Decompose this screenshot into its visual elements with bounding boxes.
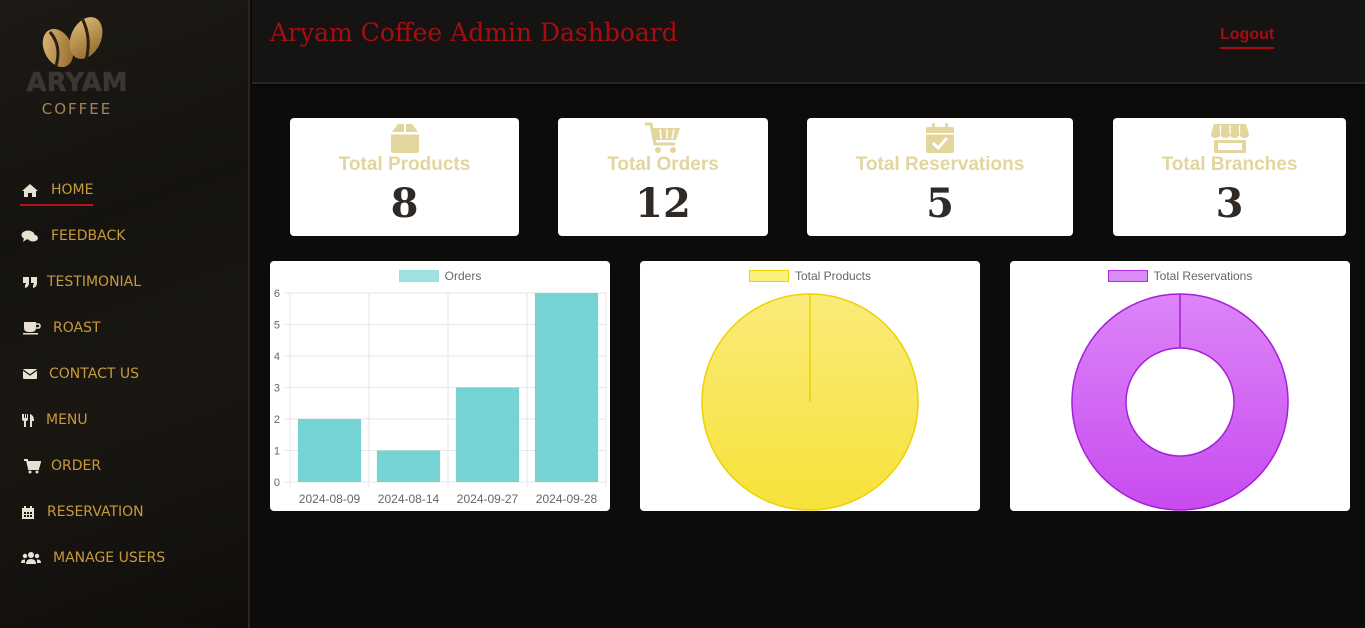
y-tick-label: 4 bbox=[274, 351, 280, 363]
legend-label: Orders bbox=[444, 269, 482, 283]
card-label: Total Reservations bbox=[855, 154, 1025, 175]
sidebar-item-menu[interactable]: MENU bbox=[20, 406, 88, 434]
legend-label: Total Reservations bbox=[1153, 269, 1253, 283]
comments-icon bbox=[20, 228, 40, 244]
sidebar-item-roast[interactable]: ROAST bbox=[20, 314, 101, 342]
quote-icon bbox=[20, 274, 40, 290]
sidebar-item-label: ORDER bbox=[51, 458, 102, 474]
bar[interactable] bbox=[534, 293, 599, 482]
page-title: Aryam Coffee Admin Dashboard bbox=[270, 18, 678, 47]
legend-swatch bbox=[1107, 270, 1148, 282]
reservations-doughnut-chart bbox=[1071, 293, 1289, 511]
y-tick-label: 3 bbox=[274, 383, 280, 395]
coffee-cup-icon bbox=[20, 320, 44, 336]
utensils-icon bbox=[20, 412, 36, 428]
users-icon bbox=[20, 550, 42, 566]
sidebar-item-order[interactable]: ORDER bbox=[20, 452, 101, 480]
chart-legend[interactable]: Orders bbox=[270, 269, 610, 283]
home-icon bbox=[20, 182, 40, 198]
cart-icon bbox=[20, 458, 44, 474]
y-tick-label: 6 bbox=[274, 288, 280, 300]
calendar-icon bbox=[20, 504, 36, 520]
y-tick-label: 2 bbox=[274, 414, 280, 426]
chart-legend[interactable]: Total Reservations bbox=[1010, 269, 1350, 283]
stat-card-orders: Total Orders 12 bbox=[558, 118, 768, 236]
orders-bar-chart: 0 1 2 3 4 5 6 2024-08-09 2024-08-14 2024-09-27 202… bbox=[274, 288, 607, 506]
chart-legend[interactable]: Total Products bbox=[640, 269, 980, 283]
legend-swatch bbox=[398, 270, 439, 282]
sidebar-item-home[interactable]: HOME bbox=[20, 176, 94, 206]
brand-logo[interactable]: ARYAM COFFEE bbox=[20, 10, 140, 120]
sidebar-item-label: FEEDBACK bbox=[51, 228, 126, 244]
y-tick-label: 5 bbox=[274, 320, 280, 332]
products-chart-panel: Total Products bbox=[640, 261, 980, 511]
card-value: 3 bbox=[1215, 180, 1244, 227]
stat-card-reservations: Total Reservations 5 bbox=[807, 118, 1073, 236]
envelope-icon bbox=[20, 366, 40, 382]
sidebar-item-contact[interactable]: CONTACT US bbox=[20, 360, 139, 388]
card-value: 12 bbox=[635, 180, 691, 227]
card-value: 5 bbox=[926, 180, 954, 227]
card-value: 8 bbox=[390, 180, 419, 227]
sidebar-item-label: TESTIMONIAL bbox=[47, 274, 142, 290]
sidebar-item-label: ROAST bbox=[53, 320, 101, 336]
logout-link[interactable]: Logout bbox=[1220, 26, 1275, 49]
x-tick-label: 2024-08-09 bbox=[299, 492, 361, 506]
x-tick-label: 2024-08-14 bbox=[378, 492, 440, 506]
card-label: Total Products bbox=[338, 154, 471, 175]
orders-chart-panel: Orders 0 1 2 3 4 5 6 2024-08-09 2024-08-14 2024-0… bbox=[270, 261, 610, 511]
sidebar: ARYAM COFFEE HOME FEEDBACK TESTIMONIAL R… bbox=[0, 0, 250, 628]
brand-tagline: COFFEE bbox=[41, 100, 113, 118]
bar[interactable] bbox=[376, 450, 441, 483]
store-icon bbox=[1210, 124, 1249, 153]
stat-card-branches: Total Branches 3 bbox=[1113, 118, 1346, 236]
y-tick-label: 0 bbox=[274, 477, 280, 489]
sidebar-item-label: RESERVATION bbox=[47, 504, 144, 520]
bar[interactable] bbox=[455, 387, 520, 483]
bar[interactable] bbox=[297, 419, 362, 482]
sidebar-item-label: CONTACT US bbox=[49, 366, 139, 382]
sidebar-item-testimonial[interactable]: TESTIMONIAL bbox=[20, 268, 141, 296]
brand-name: ARYAM bbox=[26, 68, 128, 98]
cart-icon bbox=[645, 122, 680, 153]
sidebar-item-label: HOME bbox=[51, 182, 94, 198]
card-label: Total Branches bbox=[1161, 154, 1298, 175]
x-tick-label: 2024-09-28 bbox=[536, 492, 598, 506]
calendar-check-icon bbox=[926, 123, 954, 153]
x-tick-label: 2024-09-27 bbox=[457, 492, 519, 506]
top-header: Aryam Coffee Admin Dashboard Logout bbox=[252, 0, 1365, 84]
sidebar-item-label: MENU bbox=[46, 412, 88, 428]
coffee-beans-icon bbox=[42, 17, 103, 68]
card-label: Total Orders bbox=[607, 154, 719, 175]
legend-swatch bbox=[748, 270, 789, 282]
sidebar-item-label: MANAGE USERS bbox=[53, 550, 166, 566]
sidebar-item-manage-users[interactable]: MANAGE USERS bbox=[20, 544, 165, 572]
products-pie-chart bbox=[701, 293, 919, 511]
reservations-chart-panel: Total Reservations bbox=[1010, 261, 1350, 511]
box-icon bbox=[390, 124, 419, 153]
stat-card-products: Total Products 8 bbox=[290, 118, 519, 236]
sidebar-item-feedback[interactable]: FEEDBACK bbox=[20, 222, 125, 250]
legend-label: Total Products bbox=[794, 269, 872, 283]
y-tick-label: 1 bbox=[274, 446, 280, 458]
sidebar-item-reservation[interactable]: RESERVATION bbox=[20, 498, 144, 526]
